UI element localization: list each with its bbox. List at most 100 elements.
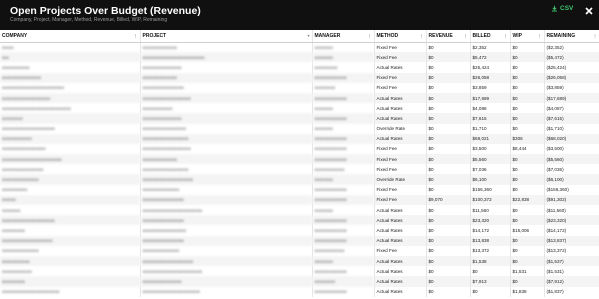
cell-project: xxxxxxxxxxxxxxxxxx bbox=[139, 215, 312, 226]
cell-method: Actual Rates bbox=[373, 113, 426, 124]
cell-company: xxxxxxxxxxxxxxxxxxxxxx bbox=[0, 235, 140, 246]
cell-remaining: ($4,087) bbox=[543, 103, 599, 114]
cell-manager: xxxxxxxxxxxxx bbox=[311, 245, 374, 256]
column-header-company[interactable]: COMPANY ⋮ bbox=[0, 30, 140, 43]
table-row[interactable]: xxxxxxxxxxxxxxxxxxxxxxxxxxxxxxxxxxxxxxFi… bbox=[0, 194, 599, 205]
column-header-method[interactable]: METHOD ⋮ bbox=[373, 30, 426, 43]
cell-company: xxxxxxxxxxxxx bbox=[2, 268, 32, 274]
cell-wip: $0 bbox=[509, 276, 544, 287]
table-row[interactable]: xxxxxxxxxxxxxxxxxxxxxxxxxxxxxxxxxxxxxxxx… bbox=[0, 164, 599, 175]
cell-method: Fixed Fee bbox=[373, 184, 426, 195]
table-row[interactable]: xxxxxxxxxxxxxxxxxxxxxxxxxxxxxxxxxxxxxxxx… bbox=[0, 113, 599, 124]
cell-wip: $8,444 bbox=[509, 143, 544, 155]
column-header-label: METHOD bbox=[376, 32, 399, 39]
table-row[interactable]: xxxxxxxxxxxxxxxxxxxxxxxxxxxxxxxxxxxxxxxx… bbox=[0, 72, 599, 83]
cell-wip: $0 bbox=[509, 154, 544, 165]
cell-billed: $2,352 bbox=[469, 42, 510, 53]
table-row[interactable]: xxxxxxxxxxxxxxxxxxxxxxxxxxxxxxxxxxxxxxxx… bbox=[0, 123, 599, 134]
table-row[interactable]: xxxxxxxxxxxxxxxxxxxxxxxxxxxxxxxxxxxxxxxx… bbox=[0, 286, 599, 297]
cell-company: xxxxxxxxxxxxxxxxxxxxxxxxxx bbox=[0, 154, 140, 165]
cell-revenue: $0 bbox=[425, 164, 470, 175]
cell-method: Fixed Fee bbox=[373, 52, 426, 63]
cell-billed: $25,424 bbox=[469, 62, 510, 73]
cell-billed: $5,560 bbox=[469, 154, 510, 165]
sort-icon[interactable]: ⋮ bbox=[368, 33, 372, 38]
table-row[interactable]: xxxxxxxxxxxxxxxxxxxxxxxxxxxxxxxxxxxxxxxx… bbox=[0, 205, 599, 216]
table-row[interactable]: xxxxxxxxxxxxxxxxxxxxxxxxxxxxxxxxxxxxxxxx… bbox=[0, 245, 599, 256]
table-row[interactable]: xxxxxxxxxxxxxxxxxxxxxxxxxxxxxxxxxxxxxxxx… bbox=[0, 143, 599, 155]
table-row[interactable]: xxxxxxxxxxxxxxxxxxxxxxxxxxxxxxxxxxxxxxxx… bbox=[0, 154, 599, 165]
column-header-wip[interactable]: WIP ⋮ bbox=[509, 30, 544, 43]
column-header-label: REVENUE bbox=[428, 32, 453, 39]
cell-revenue: $0 bbox=[425, 123, 470, 134]
cell-method: Fixed Fee bbox=[373, 72, 426, 83]
cell-remaining: ($25,424) bbox=[543, 62, 599, 73]
cell-method: Actual Rates bbox=[373, 62, 426, 73]
table-row[interactable]: xxxxxxxxxxxxxxxxxxxxxxxxxxxxxxxxxxxxxxxx… bbox=[0, 133, 599, 144]
cell-revenue: $0 bbox=[425, 276, 470, 287]
cell-company: xxxxxxxxxxxx bbox=[2, 64, 30, 70]
cell-manager: xxxxxxxx bbox=[311, 42, 374, 53]
csv-export-button[interactable]: CSV bbox=[551, 5, 573, 12]
sort-icon[interactable]: ⋮ bbox=[538, 33, 542, 38]
column-header-billed[interactable]: BILLED ⋮ bbox=[469, 30, 510, 43]
cell-company: xxxxxxxxxxxxxxxxxxxxx bbox=[0, 92, 140, 104]
table-row[interactable]: xxxxxxxxxxxxxxxxxxxxxxxxxxxxxxxxxxxxxxxx… bbox=[0, 174, 599, 185]
cell-wip: $0 bbox=[509, 52, 544, 63]
cell-wip: $0 bbox=[509, 235, 544, 246]
table-row[interactable]: xxxxxxxxxxxx xxxxxxxxxxxxxxxxx xxxxxxxxxx A… bbox=[0, 62, 599, 73]
cell-remaining: ($26,058) bbox=[543, 72, 599, 83]
sort-icon[interactable]: ⋮ bbox=[134, 33, 138, 38]
sort-icon[interactable]: ⋮ bbox=[420, 33, 424, 38]
cell-remaining: ($6,100) bbox=[543, 174, 599, 185]
sort-icon[interactable]: ▾ bbox=[307, 33, 309, 38]
column-header-manager[interactable]: MANAGER ⋮ bbox=[311, 30, 374, 43]
cell-company: xxxxxxxxxxxx bbox=[0, 255, 140, 267]
cell-wip: $1,531 bbox=[509, 266, 544, 277]
cell-method: Actual Rates bbox=[373, 205, 426, 216]
sort-icon[interactable]: ⋮ bbox=[593, 33, 597, 38]
table-row[interactable]: xxxxxxxxxxxxxxxxxxxxxxxxxxxxxxxxxxxxxxxx… bbox=[0, 225, 599, 236]
cell-revenue: $0 bbox=[425, 184, 470, 195]
cell-method: Fixed Fee bbox=[373, 154, 426, 165]
column-header-label: BILLED bbox=[472, 32, 491, 39]
cell-method: Fixed Fee bbox=[373, 194, 426, 205]
close-button[interactable] bbox=[584, 3, 594, 15]
table-row[interactable]: xxxxxxxxxxxxxxxxxxxxxxxxxxxxxxxxxxxxxxFi… bbox=[0, 52, 599, 63]
cell-remaining: ($5,560) bbox=[543, 154, 599, 165]
cell-remaining: ($1,710) bbox=[543, 123, 599, 134]
table-row[interactable]: xxxxxxxxxxxxxxxxxxxxxxxxxxxxxxxxxxxxxxxx… bbox=[0, 215, 599, 226]
table-row[interactable]: xxxxxxxxxxxxxxxxxxxxxxxxxxxxxxxxxxxxxxxx… bbox=[0, 103, 599, 114]
table-row[interactable]: xxxxxxxxxx xxxxxxxxxxxxxxxxx xxxxxxxxx Actu… bbox=[0, 276, 599, 287]
cell-revenue: $0 bbox=[425, 72, 470, 83]
cell-remaining: ($17,689) bbox=[543, 92, 599, 104]
cell-manager: xxxxxxxx bbox=[311, 174, 374, 185]
table-row[interactable]: xxxxxxxxxxxxxxxxxxxxxxxxxxxxxxxxxxxxxxxx… bbox=[0, 82, 599, 93]
column-header-project[interactable]: PROJECT ▾ bbox=[139, 30, 312, 43]
table-row[interactable]: xxxxxxxxxxxxxxxxxxxxxxxxxxxxxxxxxxxxxxxx… bbox=[0, 235, 599, 246]
cell-remaining: ($91,302) bbox=[543, 194, 599, 205]
column-header-remaining[interactable]: REMAINING ⋮ bbox=[543, 30, 599, 43]
sort-icon[interactable]: ⋮ bbox=[464, 33, 468, 38]
cell-manager: xxxxxxxxxx bbox=[311, 62, 374, 73]
cell-manager: xxxxxxxxxxxxxx bbox=[311, 286, 374, 297]
table-row[interactable]: xxxxxxxxxxxxxxxxxxxxxxxxxxxxxxxxxxxxxxxx… bbox=[0, 184, 599, 195]
table-row[interactable]: xxxxxxxxxxxxxxxxxxxxxxxxxxxxxxxxxxxxxxxx… bbox=[0, 255, 599, 267]
cell-project: xxxxxxxxxxxxxxx bbox=[139, 42, 312, 53]
cell-method: Actual Rates bbox=[373, 266, 426, 277]
cell-manager: xxxxxxxxxxxxxx bbox=[311, 225, 374, 236]
cell-billed: $7,036 bbox=[469, 164, 510, 175]
cell-company: xxxxxxxxxx bbox=[2, 227, 25, 233]
column-header-revenue[interactable]: REVENUE ⋮ bbox=[425, 30, 470, 43]
table-row[interactable]: xxxxxxxxxxxxxxxxxxxxxxxxxxxxxxxxxxxxxxxx… bbox=[0, 266, 599, 277]
cell-revenue: $0 bbox=[425, 143, 470, 155]
table-row[interactable]: xxxxx xxxxxxxxxxxxxxx xxxxxxxx Fixed Fee $0 $… bbox=[0, 42, 599, 53]
cell-billed: $7,615 bbox=[469, 113, 510, 124]
cell-method: Actual Rates bbox=[373, 133, 426, 144]
cell-revenue: $0 bbox=[425, 42, 470, 53]
table-row[interactable]: xxxxxxxxxxxxxxxxxxxxxxxxxxxxxxxxxxxxxxxx… bbox=[0, 92, 599, 104]
cell-revenue: $0 bbox=[425, 215, 470, 226]
cell-remaining: ($14,172) bbox=[543, 225, 599, 236]
sort-icon[interactable]: ⋮ bbox=[504, 33, 508, 38]
cell-project: xxxxxxxxxxxxxxxxxx bbox=[139, 235, 312, 246]
